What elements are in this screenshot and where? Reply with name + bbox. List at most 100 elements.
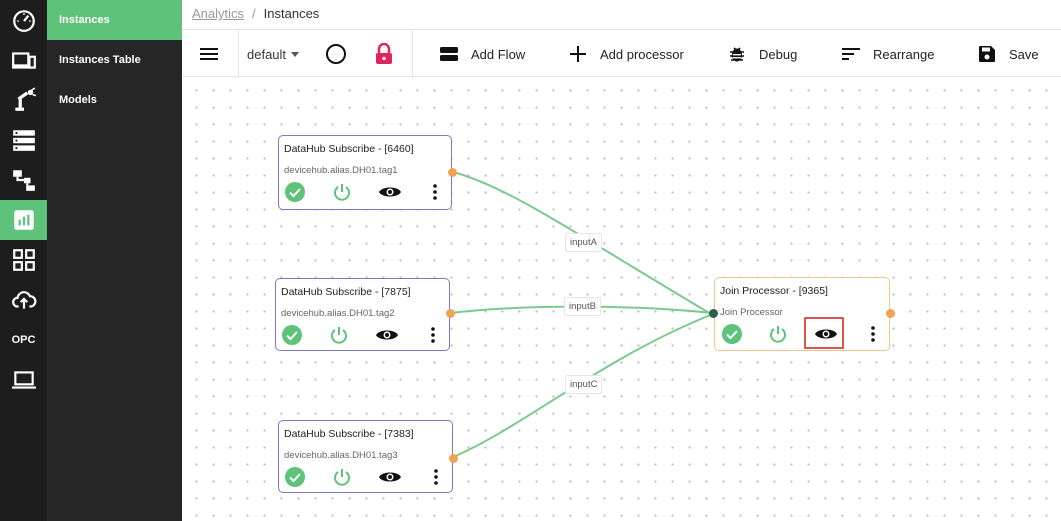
node-output-port[interactable] (449, 454, 458, 463)
node-datahub-7875[interactable]: DataHub Subscribe - [7875] devicehub.ali… (275, 278, 455, 351)
add-processor-label: Add processor (600, 46, 684, 62)
robot-arm-icon (14, 87, 36, 111)
node-subtitle: devicehub.alias.DH01.tag1 (284, 165, 398, 176)
laptop-icon (11, 371, 36, 389)
node-output-port[interactable] (448, 168, 457, 177)
node-more-button[interactable] (867, 323, 879, 345)
eye-icon (379, 187, 401, 197)
rearrange-label: Rearrange (873, 46, 935, 62)
node-output-port[interactable] (446, 309, 455, 318)
node-status-ok[interactable] (284, 181, 306, 203)
node-subtitle: Join Processor (720, 307, 783, 318)
submenu-item-label: Models (59, 94, 97, 106)
submenu-item-label: Instances Table (59, 54, 141, 66)
check-circle-icon (285, 182, 305, 202)
power-icon (334, 469, 350, 486)
toolbar-divider (238, 30, 239, 78)
flow-select[interactable]: default (247, 30, 300, 78)
submenu-item-models[interactable]: Models (47, 80, 182, 120)
lock-button[interactable] (374, 30, 394, 78)
devices-icon (11, 52, 36, 69)
rail-item-dashboard[interactable] (0, 0, 47, 40)
more-vertical-icon (433, 184, 437, 200)
power-icon (331, 327, 347, 344)
power-icon (770, 326, 786, 343)
node-status-ok[interactable] (721, 323, 743, 345)
add-processor-button[interactable]: Add processor (568, 30, 684, 78)
power-icon (334, 184, 350, 201)
analytics-icon (13, 210, 34, 230)
more-vertical-icon (431, 327, 435, 343)
node-status-ok[interactable] (284, 466, 306, 488)
caret-down-icon (291, 52, 300, 57)
node-title: DataHub Subscribe - [6460] (284, 143, 414, 155)
circle-outline-icon (326, 44, 346, 64)
rail-item-servers[interactable] (0, 120, 47, 160)
node-datahub-6460[interactable]: DataHub Subscribe - [6460] devicehub.ali… (278, 135, 457, 210)
node-preview-button[interactable] (374, 324, 400, 346)
node-join-processor-9365[interactable]: Join Processor - [9365] Join Processor (709, 277, 895, 351)
toolbar-divider (412, 30, 413, 78)
rail-item-opc[interactable]: OPC (0, 320, 47, 360)
breadcrumb-link-analytics[interactable]: Analytics (192, 6, 244, 21)
lock-icon (376, 43, 392, 64)
save-button[interactable]: Save (977, 30, 1039, 78)
node-actions (276, 324, 449, 346)
add-flow-label: Add Flow (471, 46, 526, 62)
node-title: DataHub Subscribe - [7383] (284, 428, 414, 440)
save-icon (979, 46, 995, 62)
breadcrumb-separator: / (252, 6, 256, 21)
check-circle-icon (285, 467, 305, 487)
flow-select-value: default (247, 46, 287, 62)
node-actions (279, 181, 451, 203)
node-preview-button[interactable] (377, 466, 403, 488)
node-power-button[interactable] (331, 466, 353, 488)
submenu-item-label: Instances (59, 14, 110, 26)
rail-item-apps[interactable] (0, 240, 47, 280)
edge-label-inputB: inputB (564, 297, 601, 316)
more-vertical-icon (434, 469, 438, 485)
status-toggle[interactable] (325, 30, 347, 78)
node-output-port[interactable] (886, 309, 895, 318)
submenu-item-instances[interactable]: Instances (47, 0, 182, 40)
breadcrumb: Analytics / Instances (192, 6, 319, 21)
check-circle-icon (282, 325, 302, 345)
node-datahub-7383[interactable]: DataHub Subscribe - [7383] devicehub.ali… (278, 420, 458, 493)
node-subtitle: devicehub.alias.DH01.tag3 (284, 450, 398, 461)
add-flow-icon (440, 47, 458, 61)
node-more-button[interactable] (427, 324, 439, 346)
node-input-port[interactable] (709, 309, 718, 318)
node-power-button[interactable] (331, 181, 353, 203)
sort-lines-icon (842, 48, 860, 60)
edge-label-inputA: inputA (565, 233, 602, 252)
node-more-button[interactable] (429, 181, 441, 203)
node-subtitle: devicehub.alias.DH01.tag2 (281, 308, 395, 319)
node-more-button[interactable] (430, 466, 442, 488)
rail-item-analytics[interactable] (0, 200, 47, 240)
rail-item-robot[interactable] (0, 80, 47, 120)
rail-item-laptop[interactable] (0, 360, 47, 400)
hamburger-icon (200, 48, 218, 60)
node-power-button[interactable] (328, 324, 350, 346)
node-power-button[interactable] (767, 323, 789, 345)
debug-button[interactable]: Debug (727, 30, 797, 78)
node-actions (715, 323, 889, 345)
submenu-item-instances-table[interactable]: Instances Table (47, 40, 182, 80)
rail-item-cloud[interactable] (0, 280, 47, 320)
icon-rail: OPC (0, 0, 47, 521)
more-vertical-icon (871, 326, 875, 342)
flow-canvas[interactable]: inputA inputB inputC DataHub Subscribe -… (182, 78, 1061, 521)
editor-toolbar: default Add Flow Add processor Debug Rea… (182, 29, 1061, 78)
cloud-upload-icon (11, 291, 36, 309)
save-label: Save (1009, 46, 1039, 62)
server-icon (12, 130, 35, 151)
add-flow-button[interactable]: Add Flow (439, 30, 525, 78)
opc-label: OPC (11, 334, 36, 346)
rail-item-hierarchy[interactable] (0, 160, 47, 200)
rail-item-devices[interactable] (0, 40, 47, 80)
node-preview-button[interactable] (377, 181, 403, 203)
node-status-ok[interactable] (281, 324, 303, 346)
node-actions (279, 466, 452, 488)
rearrange-button[interactable]: Rearrange (841, 30, 934, 78)
menu-button[interactable] (199, 30, 219, 78)
